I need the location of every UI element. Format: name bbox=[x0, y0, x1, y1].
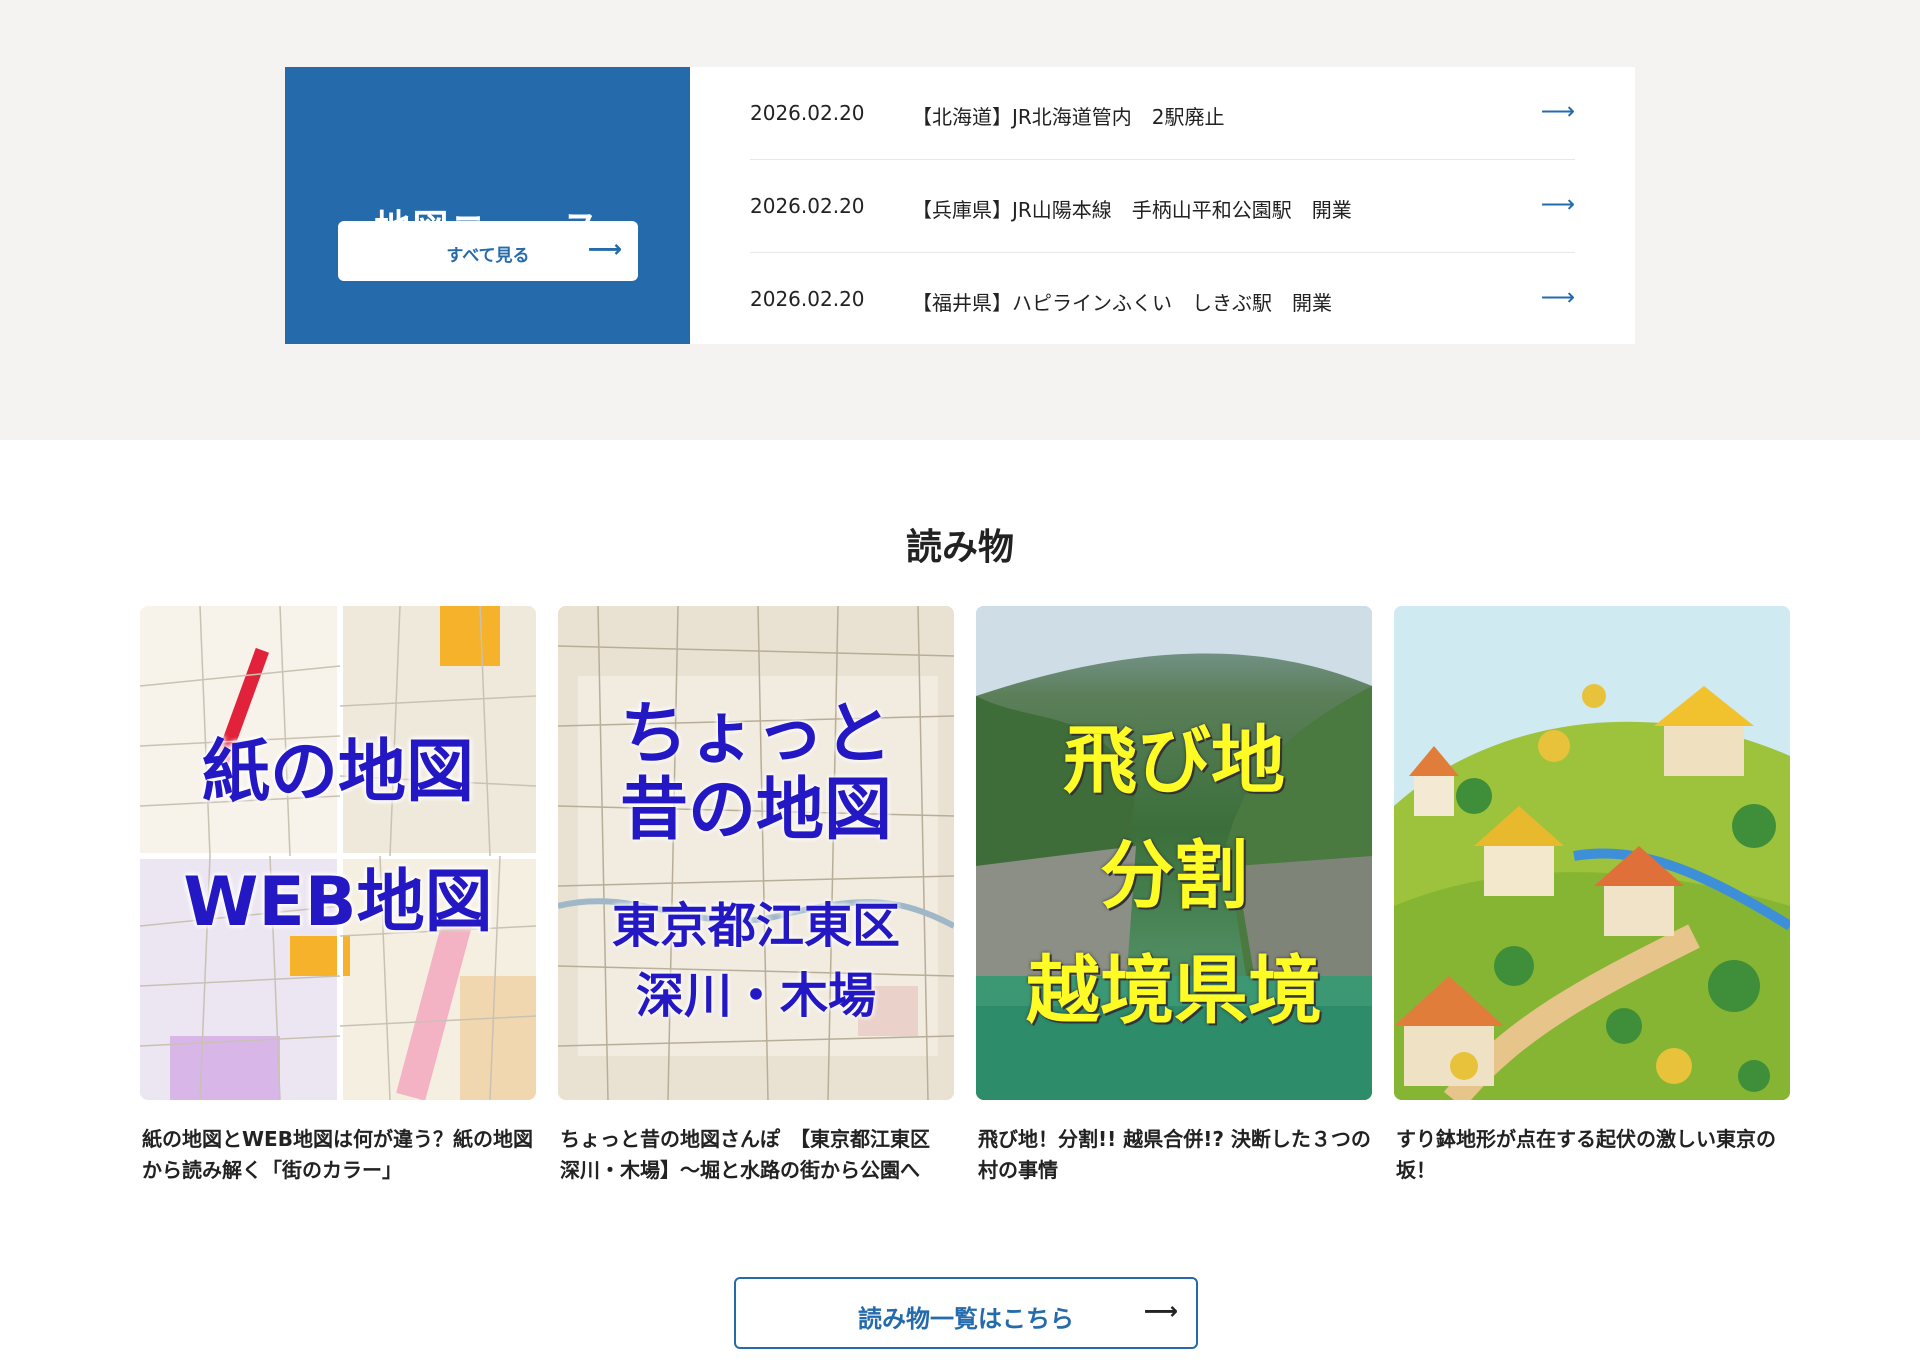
see-all-news-button[interactable]: すべて見る ⟶ bbox=[338, 221, 638, 281]
reading-section-title: 読み物 bbox=[905, 527, 1014, 568]
thumbnail-heading: WEB地図 bbox=[183, 863, 493, 942]
article-thumbnail-map-comparison[interactable]: 紙の地図 WEB地図 bbox=[140, 606, 536, 1100]
news-date: 2026.02.20 bbox=[750, 287, 865, 311]
thumbnail-heading: 分割 bbox=[1100, 833, 1248, 919]
article-title[interactable]: ちょっと昔の地図さんぽ 【東京都江東区 深川・木場】～堀と水路の街から公園へ bbox=[558, 1124, 954, 1186]
thumbnail-subheading: 深川・木場 bbox=[635, 968, 876, 1024]
news-header-panel: 地図ニュース すべて見る ⟶ bbox=[285, 67, 690, 344]
thumbnail-heading: 昔の地図 bbox=[619, 771, 892, 850]
thumbnail-subheading: 東京都江東区 bbox=[611, 898, 900, 954]
article-thumbnail-gorge[interactable]: 飛び地 分割 越境県境 bbox=[976, 606, 1372, 1100]
view-all-reading-button[interactable]: 読み物一覧はこちら ⟶ bbox=[734, 1277, 1198, 1349]
article-title[interactable]: すり鉢地形が点在する起伏の激しい東京の坂！ bbox=[1394, 1124, 1790, 1186]
article-card[interactable]: 紙の地図 WEB地図 紙の地図とWEB地図は何が違う？紙の地図から読み解く「街の… bbox=[140, 606, 536, 1186]
news-box: 地図ニュース すべて見る ⟶ 2026.02.20 【北海道】JR北海道管内 2… bbox=[285, 67, 1635, 344]
article-title[interactable]: 紙の地図とWEB地図は何が違う？紙の地図から読み解く「街のカラー」 bbox=[140, 1124, 536, 1186]
news-headline[interactable]: 【北海道】JR北海道管内 2駅廃止 bbox=[912, 101, 1225, 130]
thumbnail-heading: 紙の地図 bbox=[201, 733, 474, 812]
news-headline[interactable]: 【福井県】ハピラインふくい しきぶ駅 開業 bbox=[912, 287, 1332, 316]
article-thumbnail-old-map[interactable]: ちょっと 昔の地図 東京都江東区 深川・木場 bbox=[558, 606, 954, 1100]
view-all-reading-label: 読み物一覧はこちら bbox=[858, 1305, 1074, 1333]
news-date: 2026.02.20 bbox=[750, 101, 865, 125]
news-headline[interactable]: 【兵庫県】JR山陽本線 手柄山平和公園駅 開業 bbox=[912, 194, 1352, 223]
news-item[interactable]: 2026.02.20 【兵庫県】JR山陽本線 手柄山平和公園駅 開業 ⟶ bbox=[750, 160, 1575, 253]
village-illustration-image bbox=[1394, 606, 1790, 1100]
article-thumbnail-village-illustration[interactable] bbox=[1394, 606, 1790, 1100]
news-list: 2026.02.20 【北海道】JR北海道管内 2駅廃止 ⟶ 2026.02.2… bbox=[750, 67, 1575, 345]
arrow-right-icon: ⟶ bbox=[1540, 97, 1575, 125]
arrow-right-icon: ⟶ bbox=[1143, 1297, 1178, 1325]
thumbnail-heading: 飛び地 bbox=[1063, 718, 1285, 804]
article-title[interactable]: 飛び地！分割!! 越県合併!? 決断した３つの村の事情 bbox=[976, 1124, 1372, 1186]
thumbnail-heading: 越境県境 bbox=[1026, 948, 1322, 1034]
article-card[interactable]: ちょっと 昔の地図 東京都江東区 深川・木場 ちょっと昔の地図さんぽ 【東京都江… bbox=[558, 606, 954, 1186]
arrow-right-icon: ⟶ bbox=[1540, 190, 1575, 218]
news-date: 2026.02.20 bbox=[750, 194, 865, 218]
article-card[interactable]: 飛び地 分割 越境県境 飛び地！分割!! 越県合併!? 決断した３つの村の事情 bbox=[976, 606, 1372, 1186]
news-section: 地図ニュース すべて見る ⟶ 2026.02.20 【北海道】JR北海道管内 2… bbox=[0, 0, 1920, 440]
news-item[interactable]: 2026.02.20 【福井県】ハピラインふくい しきぶ駅 開業 ⟶ bbox=[750, 253, 1575, 345]
arrow-right-icon: ⟶ bbox=[587, 235, 622, 263]
news-item[interactable]: 2026.02.20 【北海道】JR北海道管内 2駅廃止 ⟶ bbox=[750, 67, 1575, 160]
arrow-right-icon: ⟶ bbox=[1540, 283, 1575, 311]
article-card[interactable]: すり鉢地形が点在する起伏の激しい東京の坂！ bbox=[1394, 606, 1790, 1186]
